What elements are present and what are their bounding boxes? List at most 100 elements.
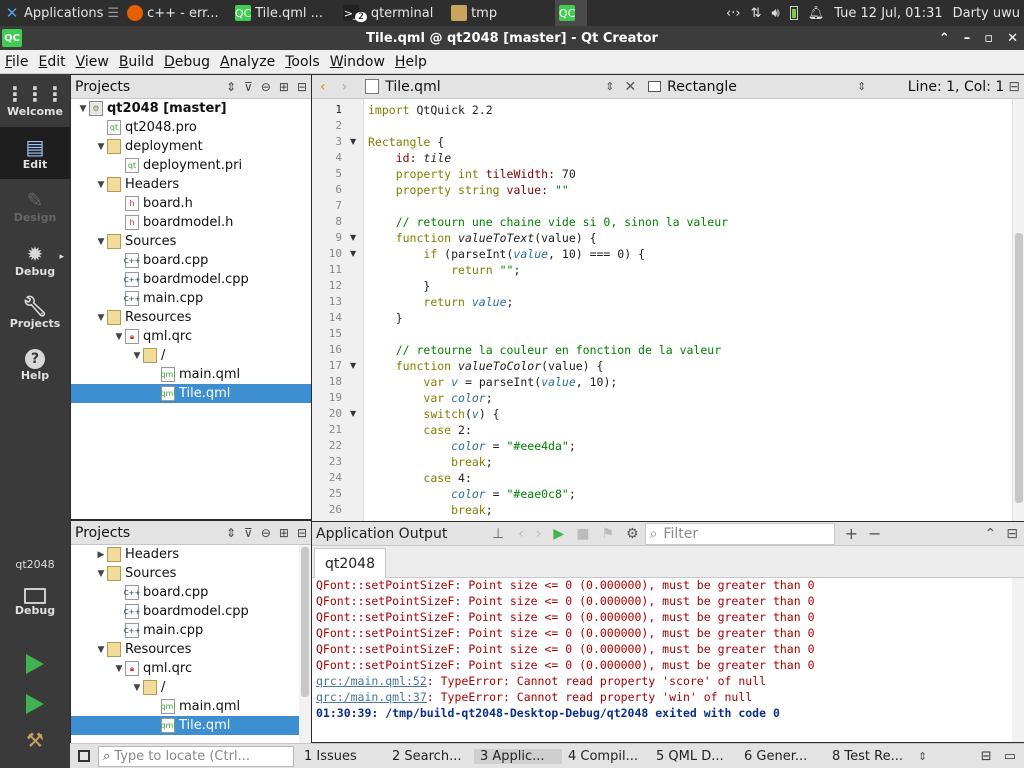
dropdown-arrows-icon[interactable]: ⇕ — [226, 526, 236, 540]
expand-right-icon[interactable]: ▶ — [95, 550, 107, 560]
expand-down-icon[interactable]: ▼ — [131, 683, 143, 693]
document-dropdown-icon[interactable]: ⇕ — [605, 80, 614, 93]
prev-item-icon[interactable]: ‹ — [518, 526, 524, 542]
output-pane-tab[interactable]: 2 Search... — [386, 749, 474, 764]
cursor-position[interactable]: Line: 1, Col: 1 — [908, 79, 1008, 95]
link-icon[interactable]: ⊖ — [261, 526, 271, 540]
expand-down-icon[interactable]: ▼ — [131, 351, 143, 361]
split-icon[interactable]: ⊞ — [279, 526, 289, 540]
toggle-sidebar-icon[interactable] — [78, 750, 90, 762]
run-button[interactable] — [0, 638, 70, 690]
tree-item[interactable]: qml main.qml — [71, 365, 311, 384]
window-minimize-icon[interactable]: – — [964, 31, 971, 46]
toggle-output-icon[interactable]: ▭ — [1004, 749, 1024, 764]
symbol-selector[interactable]: Rectangle — [667, 79, 857, 95]
mode-edit[interactable]: ▤ Edit — [0, 127, 70, 179]
split-editor-icon[interactable]: ⊟ — [1008, 79, 1024, 95]
output-scrollbar[interactable] — [1012, 578, 1024, 742]
taskbar-task[interactable]: QC — [555, 0, 588, 26]
output-pane-tab[interactable]: 5 QML D... — [650, 749, 738, 764]
clean-icon[interactable]: ⊥ — [492, 526, 504, 542]
expand-down-icon[interactable]: ▼ — [95, 180, 107, 190]
tree-item[interactable]: C++ main.cpp — [71, 289, 311, 308]
expand-down-icon[interactable]: ▼ — [95, 569, 107, 579]
tree-item[interactable]: qml Tile.qml — [71, 716, 311, 735]
output-source-link[interactable]: qrc:/main.qml:52 — [316, 674, 427, 688]
fold-arrow-icon[interactable]: ▼ — [350, 249, 356, 258]
menu-analyze[interactable]: Analyze — [215, 54, 280, 70]
clock[interactable]: Tue 12 Jul, 01:31 — [834, 6, 942, 21]
mode-projects[interactable]: 🔧︎ Projects — [0, 286, 70, 338]
menu-tools[interactable]: Tools — [280, 54, 325, 70]
back-arrow-icon[interactable]: ‹ — [312, 79, 334, 95]
tree-item[interactable]: qml main.qml — [71, 697, 311, 716]
expand-down-icon[interactable]: ▼ — [95, 645, 107, 655]
close-panel-icon[interactable]: ⊟ — [297, 80, 307, 94]
filter-icon[interactable]: ⊽ — [244, 526, 253, 540]
tree-item[interactable]: h board.h — [71, 194, 311, 213]
output-pane-tab[interactable]: 3 Applic... — [474, 748, 562, 764]
fold-arrow-icon[interactable]: ▼ — [350, 137, 356, 146]
output-pane-tab[interactable]: 6 Gener... — [738, 749, 826, 764]
debug-run-button[interactable] — [0, 684, 70, 724]
editor-scrollbar[interactable] — [1012, 99, 1024, 521]
taskbar-task[interactable]: >_ 2 qterminal — [339, 0, 447, 26]
split-icon[interactable]: ⊞ — [279, 80, 289, 94]
mode-welcome[interactable]: ⋮⋮⋮ Welcome — [0, 74, 70, 126]
tree-item[interactable]: C++ main.cpp — [71, 621, 311, 640]
toggle-progress-icon[interactable]: ⊟ — [981, 749, 1004, 764]
tree-item[interactable]: qt deployment.pri — [71, 156, 311, 175]
window-maximize-icon[interactable]: ▫ — [984, 31, 993, 46]
settings-gear-icon[interactable]: ⚙ — [626, 526, 639, 542]
filter-icon[interactable]: ⊽ — [244, 80, 253, 94]
output-source-link[interactable]: qrc:/main.qml:37 — [316, 690, 427, 704]
fold-arrow-icon[interactable]: ▼ — [350, 233, 356, 242]
tree-item[interactable]: C++ board.cpp — [71, 251, 311, 270]
document-selector[interactable]: Tile.qml — [385, 79, 605, 95]
menu-file[interactable]: File — [0, 54, 33, 70]
expand-down-icon[interactable]: ▼ — [95, 313, 107, 323]
maximize-pane-icon[interactable]: ⌃ — [985, 526, 1007, 542]
battery-icon[interactable] — [789, 6, 798, 20]
tree-item[interactable]: qml Tile.qml — [71, 384, 311, 403]
link-icon[interactable]: ⊖ — [261, 80, 271, 94]
output-pane-tab[interactable]: 4 Compil... — [562, 749, 650, 764]
tree-item[interactable]: qt qt2048.pro — [71, 118, 311, 137]
tree-item[interactable]: ▼ / — [71, 678, 311, 697]
fold-arrow-icon[interactable]: ▼ — [350, 409, 356, 418]
expand-down-icon[interactable]: ▼ — [113, 664, 125, 674]
tree-item[interactable]: ▼ Sources — [71, 564, 311, 583]
expand-down-icon[interactable]: ▼ — [95, 237, 107, 247]
tree-item[interactable]: ▼ Sources — [71, 232, 311, 251]
tree-item[interactable]: h boardmodel.h — [71, 213, 311, 232]
expand-down-icon[interactable]: ▼ — [113, 332, 125, 342]
tree-item[interactable]: ▼ 🔒︎ qml.qrc — [71, 659, 311, 678]
dropdown-arrows-icon[interactable]: ⇕ — [226, 80, 236, 94]
menu-window[interactable]: Window — [325, 54, 390, 70]
locator-input[interactable]: ⌕ Type to locate (Ctrl... — [98, 745, 294, 767]
output-tab-qt2048[interactable]: qt2048 — [314, 548, 386, 578]
taskbar-task[interactable]: QC Tile.qml ... — [231, 0, 339, 26]
mode-design[interactable]: ✎ Design — [0, 180, 70, 232]
code-editor[interactable]: 1 2 3 ▼ 4 5 6 7 8 9 ▼ 10 ▼ 11 12 13 14 15 16 17 ▼ 18 19 20 ▼ 21 22… — [312, 99, 1024, 521]
notifications-bell-icon[interactable]: 🔔︎ — [808, 6, 825, 21]
tree-item[interactable]: ▼ Resources — [71, 308, 311, 327]
close-panel-icon[interactable]: ⊟ — [297, 526, 307, 540]
tree-item[interactable]: ▼ 🔒︎ qml.qrc — [71, 327, 311, 346]
volume-icon[interactable]: 🔊︎ — [771, 6, 779, 21]
network-arrows-icon[interactable]: ‹·› — [726, 6, 741, 21]
tree-item[interactable]: C++ boardmodel.cpp — [71, 602, 311, 621]
tree-item[interactable]: C++ board.cpp — [71, 583, 311, 602]
output-log[interactable]: QFont::setPointSizeF: Point size <= 0 (0… — [312, 578, 1024, 742]
taskbar-task[interactable]: c++ - err... — [123, 0, 231, 26]
tree-item[interactable]: ▼ ⚙ qt2048 [master] — [71, 99, 311, 118]
build-button[interactable]: ⚒ — [0, 722, 70, 758]
projects-panel-title-bottom[interactable]: Projects — [71, 525, 130, 541]
tree-item[interactable]: ▼ / — [71, 346, 311, 365]
user-name[interactable]: Darty uwu — [953, 6, 1020, 21]
window-collapse-icon[interactable]: ⌃ — [939, 31, 950, 46]
tree-item[interactable]: ▶ Headers — [71, 545, 311, 564]
zoom-in-icon[interactable]: + — [845, 524, 858, 543]
mode-help[interactable]: ? Help — [0, 339, 70, 391]
close-pane-icon[interactable]: ⊟ — [1006, 526, 1024, 542]
